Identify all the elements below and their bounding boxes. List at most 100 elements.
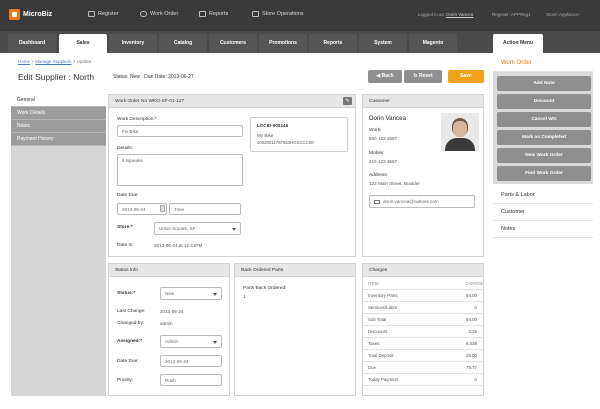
action-section-notes[interactable]: Notes — [493, 221, 593, 238]
mark-as-completed-button[interactable]: Mark as Completed — [497, 130, 591, 145]
changed-by-value: admin — [160, 321, 173, 326]
cancel-wo-button[interactable]: Cancel WO — [497, 112, 591, 127]
tab-catalog[interactable]: Catalog — [159, 34, 207, 53]
customer-panel: Customer Dorin Vancea Work: 550 123 4567… — [362, 94, 484, 257]
new-work-order-button[interactable]: New Work Order — [497, 148, 591, 163]
status-select[interactable]: New — [160, 287, 222, 300]
table-row: Taxes 8.028 — [363, 338, 483, 350]
action-menu-work-order-header[interactable]: Work Order — [493, 54, 593, 72]
table-row: Sub Total 94.00 — [363, 314, 483, 326]
locid-code: 10020011787554HGSCCC00 — [257, 140, 314, 145]
charges-table-header: ITEM CHARGES — [363, 278, 483, 290]
email-field[interactable]: dorin.vancea@outlook.com — [369, 195, 475, 208]
tab-promotions[interactable]: Promotions — [259, 34, 307, 53]
side-nav: General Work Details Notes Payment Histo… — [11, 94, 106, 396]
top-bar: MicroBiz Register Work Order Reports Sto… — [0, 0, 600, 31]
page-title: Edit Supplier : North — [18, 72, 95, 82]
customer-header: Customer — [363, 95, 483, 108]
back-ordered-panel: Back Ordered Parts Parts Back Ordered: 1 — [234, 263, 356, 396]
tab-action-menu[interactable]: Action Menu — [493, 34, 543, 53]
status-value: New — [129, 74, 140, 80]
parts-back-ordered-value: 1 — [243, 294, 246, 299]
topnav-store-operations[interactable]: Store Operations — [252, 11, 304, 17]
tab-dashboard[interactable]: Dashboard — [8, 34, 56, 53]
details-textarea[interactable]: it squeaks — [117, 154, 243, 186]
edit-icon[interactable]: ✎ — [343, 97, 352, 105]
mail-icon — [374, 199, 380, 204]
reset-button[interactable]: ↻ Reset — [404, 70, 442, 83]
topnav-reports[interactable]: Reports — [199, 11, 228, 17]
user-link[interactable]: Dorin Vancea — [446, 12, 473, 17]
date-in-label: Date In: — [117, 243, 134, 248]
tab-system[interactable]: System — [359, 34, 407, 53]
tab-sales[interactable]: Sales — [59, 34, 107, 53]
topnav-label: Register — [98, 11, 119, 17]
tab-customers[interactable]: Customers — [209, 34, 257, 53]
register-info: Register: APPReg1 — [492, 12, 531, 17]
address-label: Address: — [369, 173, 388, 178]
chevron-down-icon — [232, 228, 236, 231]
back-button[interactable]: ◀ Back — [368, 70, 402, 83]
sidenav-general[interactable]: General — [11, 94, 106, 107]
topnav-register[interactable]: Register — [88, 11, 118, 17]
breadcrumb-home[interactable]: Home — [18, 59, 30, 64]
parts-back-ordered-label: Parts Back Ordered: — [243, 286, 287, 291]
register-icon — [88, 11, 95, 17]
save-button[interactable]: Save — [448, 70, 484, 83]
tab-reports[interactable]: Reports — [309, 34, 357, 53]
action-section-parts-labor[interactable]: Parts & Labor — [493, 187, 593, 204]
mobile-phone-value: 415 123 4567 — [369, 159, 398, 164]
last-change-label: Last Change: — [117, 309, 146, 314]
wrench-icon — [140, 11, 147, 17]
status-line: Status: New Due Date: 2013-06-27 — [113, 74, 194, 80]
store-select[interactable]: Union Square, SF — [154, 222, 241, 235]
work-order-header: Work Order No WKO-SF-01-127 ✎ — [109, 95, 355, 108]
app-logo[interactable]: MicroBiz — [9, 9, 52, 20]
find-work-order-button[interactable]: Find Work Order — [497, 166, 591, 181]
status-date-due-input[interactable]: 2013-06-24 — [160, 355, 222, 367]
breadcrumb: Home > Manage Suppliers > Update — [18, 59, 92, 64]
priority-input[interactable]: Rush — [160, 374, 222, 386]
action-section-customer[interactable]: Customer — [493, 204, 593, 221]
sidenav-notes[interactable]: Notes — [11, 120, 106, 133]
topnav-label: Work Order — [150, 11, 179, 17]
status-info-panel: Status Info Status:* New Last Change: 20… — [108, 263, 230, 396]
work-description-label: Work Description:* — [117, 117, 157, 122]
work-phone-value: 550 123 4567 — [369, 136, 398, 141]
table-row: Services/Labor 0 — [363, 302, 483, 314]
work-phone-label: Work: — [369, 128, 382, 133]
add-note-button[interactable]: Add Note — [497, 76, 591, 91]
customer-name[interactable]: Dorin Vancea — [369, 115, 406, 122]
status-date-due-label: Date Due: — [117, 359, 139, 364]
tab-inventory[interactable]: Inventory — [109, 34, 157, 53]
date-in-value: 2013-06-24 at 12:41PM — [154, 243, 203, 248]
chart-icon — [199, 11, 206, 17]
address-value: 123 Main Street, Boulder — [369, 181, 420, 186]
sidenav-work-details[interactable]: Work Details — [11, 107, 106, 120]
due-date-value: 2013-06-27 — [168, 74, 194, 80]
breadcrumb-manage-suppliers[interactable]: Manage Suppliers — [35, 59, 71, 64]
locid-title: LOCID-905145 — [257, 123, 289, 128]
topnav-work-order[interactable]: Work Order — [140, 11, 178, 17]
chevron-down-icon — [213, 293, 217, 296]
topnav-label: Reports — [209, 11, 229, 17]
status-info-header: Status Info — [109, 264, 229, 277]
time-input[interactable]: Time — [169, 203, 241, 215]
table-row: Inventory Parts 94.00 — [363, 290, 483, 302]
calendar-icon[interactable] — [160, 205, 165, 212]
customer-avatar — [441, 113, 479, 151]
sidenav-payment-history[interactable]: Payment History — [11, 133, 106, 146]
mobile-phone-label: Mobile: — [369, 151, 385, 156]
logged-in-info: Logged in as: Dorin Vancea — [418, 12, 474, 17]
work-description-input[interactable]: Fix Bike — [117, 125, 243, 137]
store-info: Store: Appliance — [546, 12, 579, 17]
discount-button[interactable]: Discount — [497, 94, 591, 109]
assigned-select[interactable]: Admin — [160, 335, 222, 348]
work-order-panel: Work Order No WKO-SF-01-127 ✎ Work Descr… — [108, 94, 356, 257]
store-icon — [252, 11, 259, 17]
changed-by-label: Changed by: — [117, 321, 145, 326]
locid-item: My Bike — [257, 133, 274, 138]
table-row: Today Payment 0 — [363, 374, 483, 386]
tab-magento[interactable]: Magento — [409, 34, 457, 53]
charges-header: Charges — [363, 264, 483, 277]
